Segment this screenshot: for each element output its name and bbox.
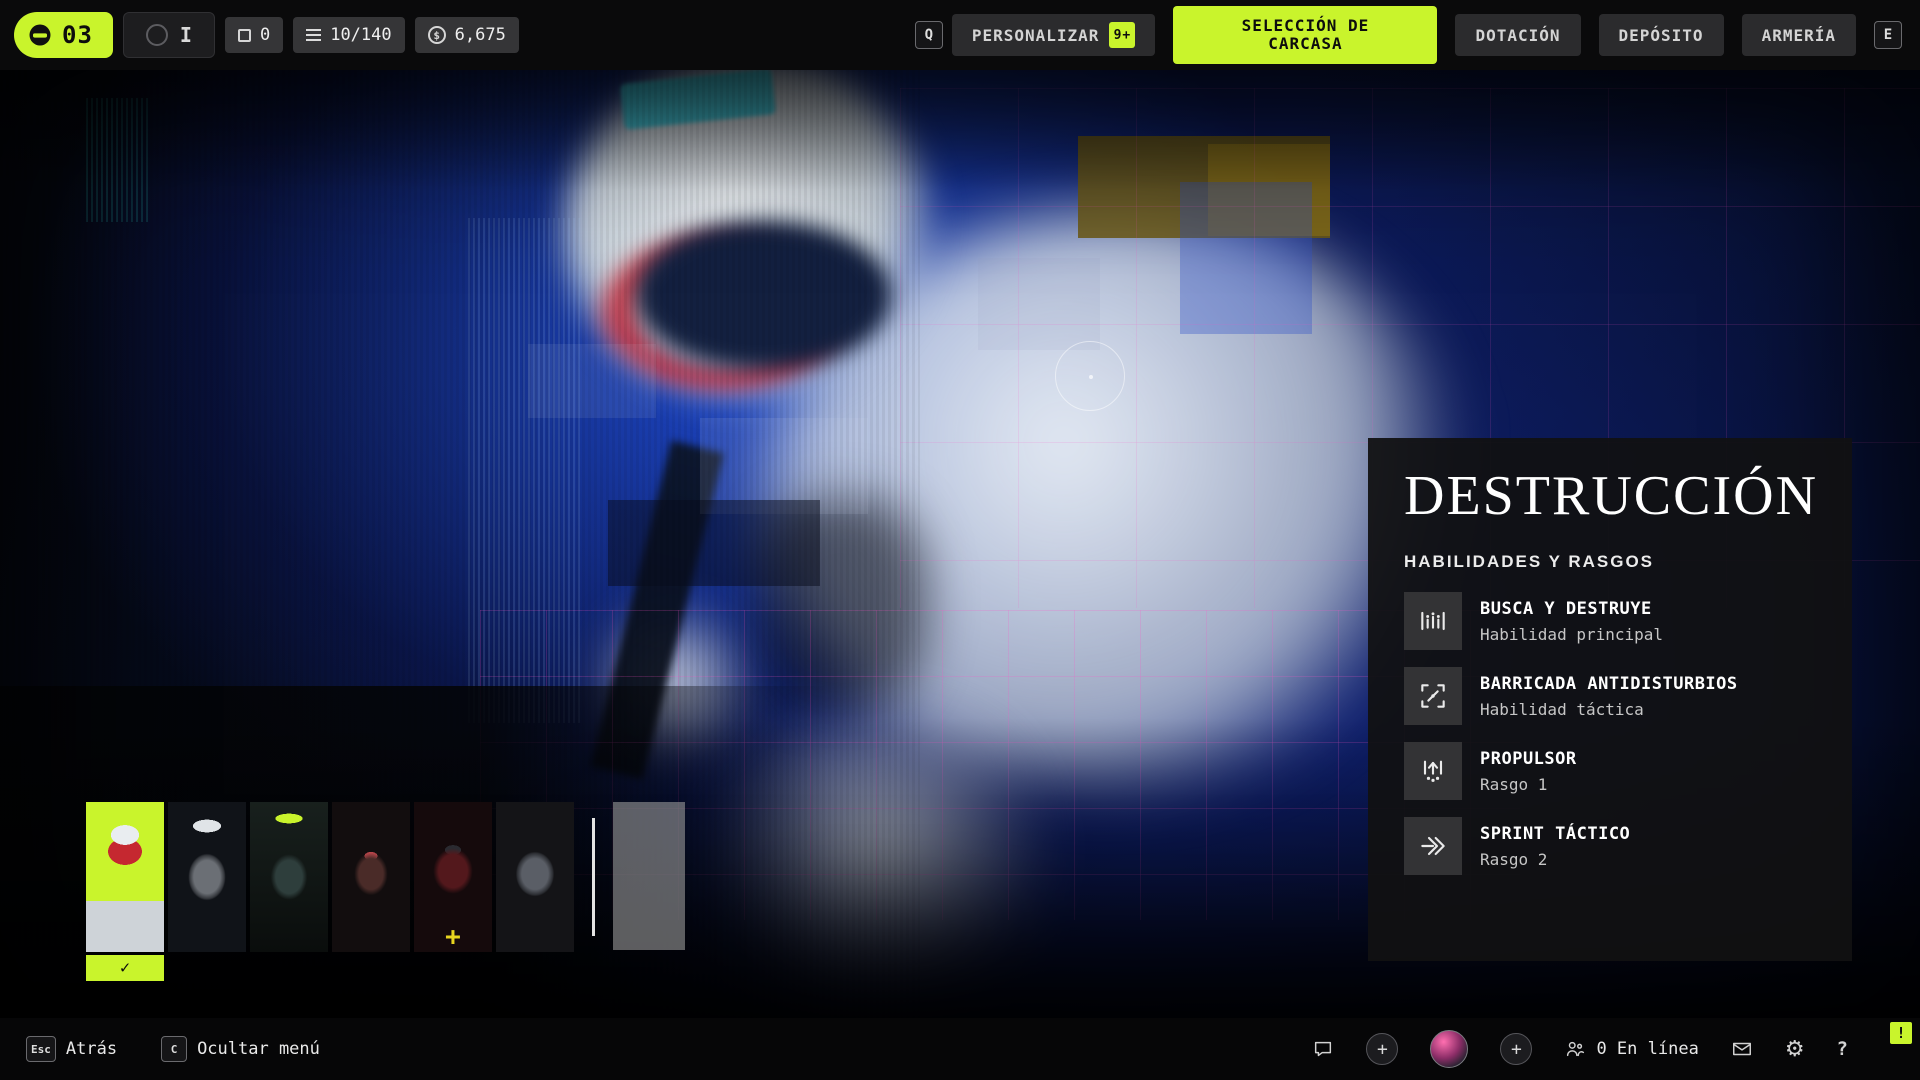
add-friend-left-button[interactable]: + [1366,1033,1398,1065]
slot-count: 0 [260,25,270,45]
ability-text: BUSCA Y DESTRUYE Habilidad principal [1480,599,1663,644]
tactical-sprint-icon [1404,817,1462,875]
esc-keycap: Esc [26,1036,56,1062]
class-info-panel: DESTRUCCIÓN HABILIDADES Y RASGOS BUSCA Y… [1368,438,1852,961]
main-nav: Q PERSONALIZAR 9+ SELECCIÓN DE CARCASA D… [915,6,1906,64]
abilities-section-header: HABILIDADES Y RASGOS [1404,552,1816,572]
plus-icon: + [1377,1039,1388,1060]
slot-icon [238,29,251,42]
player-rank-badge: I [123,12,215,58]
stat-chip-currency: $ 6,675 [415,17,519,53]
shell-thumbnail-selected[interactable] [86,802,164,952]
game-screen: 03 I 0 10/140 $ 6,675 Q P [0,0,1920,1080]
seek-and-destroy-icon [1404,592,1462,650]
ability-name: BARRICADA ANTIDISTURBIOS [1480,674,1738,694]
check-icon: ✓ [120,958,130,978]
shell-thumbnail[interactable] [250,802,328,952]
tab-shell-selection-label: SELECCIÓN DE CARCASA [1210,17,1400,54]
player-level: 03 [62,21,93,49]
selected-check-bar: ✓ [86,955,164,981]
notification-alert-badge[interactable]: ! [1890,1022,1912,1044]
rank-emblem-icon [146,24,168,46]
thruster-icon [1404,742,1462,800]
tier-progress: 10/140 [330,25,391,45]
tab-loadout-label: DOTACIÓN [1475,26,1560,45]
tab-shell-selection[interactable]: SELECCIÓN DE CARCASA [1173,6,1437,64]
help-button[interactable]: ? [1837,1038,1848,1060]
hide-menu-label: Ocultar menú [197,1039,320,1059]
c-keycap: C [161,1036,187,1062]
player-level-badge: 03 [14,12,113,58]
class-title: DESTRUCCIÓN [1404,464,1816,528]
ability-type: Habilidad principal [1480,625,1663,644]
key-hint-q: Q [915,21,943,49]
people-icon [1564,1038,1586,1060]
mail-button[interactable] [1731,1038,1753,1060]
back-label: Atrás [66,1039,117,1059]
ability-text: SPRINT TÁCTICO Rasgo 2 [1480,824,1630,869]
ability-row-trait-1: PROPULSOR Rasgo 1 [1404,742,1816,800]
thumbnail-divider [592,818,595,936]
helmet-icon [26,21,54,49]
plus-icon: + [1511,1039,1522,1060]
shell-thumbnail[interactable]: + [414,802,492,952]
ability-type: Rasgo 2 [1480,850,1630,869]
shell-slot-empty[interactable] [613,802,685,950]
gear-icon: ⚙ [1785,1037,1805,1062]
currency-amount: 6,675 [455,25,506,45]
tab-loadout[interactable]: DOTACIÓN [1455,14,1580,56]
back-action[interactable]: Esc Atrás [26,1036,117,1062]
chat-bubble-icon [1312,1038,1334,1060]
player-rank: I [180,23,192,47]
character-scene: DESTRUCCIÓN HABILIDADES Y RASGOS BUSCA Y… [0,70,1920,1018]
shell-thumbnail[interactable] [332,802,410,952]
ability-type: Habilidad táctica [1480,700,1738,719]
bottom-bar: Esc Atrás C Ocultar menú + + [0,1018,1920,1080]
tab-depot[interactable]: DEPÓSITO [1599,14,1724,56]
shell-thumbnail-selected-col: ✓ [86,802,164,981]
shell-thumbnail[interactable] [496,802,574,952]
player-stats-group: 03 I 0 10/140 $ 6,675 [14,12,519,58]
ability-name: SPRINT TÁCTICO [1480,824,1630,844]
ability-name: BUSCA Y DESTRUYE [1480,599,1663,619]
ability-type: Rasgo 1 [1480,775,1577,794]
personalize-count-badge: 9+ [1109,22,1135,48]
tier-icon [306,29,321,42]
currency-icon: $ [428,26,446,44]
alert-icon: ! [1896,1024,1905,1042]
ability-row-tactical: BARRICADA ANTIDISTURBIOS Habilidad tácti… [1404,667,1816,725]
stat-chip-slots: 0 [225,17,283,53]
ability-text: PROPULSOR Rasgo 1 [1480,749,1577,794]
ability-row-trait-2: SPRINT TÁCTICO Rasgo 2 [1404,817,1816,875]
personalize-group: Q PERSONALIZAR 9+ [915,14,1156,56]
chat-button[interactable] [1312,1038,1334,1060]
top-bar: 03 I 0 10/140 $ 6,675 Q P [0,0,1920,70]
settings-button[interactable]: ⚙ [1785,1037,1805,1062]
help-icon: ? [1837,1038,1848,1060]
riot-barricade-icon [1404,667,1462,725]
add-friend-right-button[interactable]: + [1500,1033,1532,1065]
shell-thumbnail-row: ✓ + [86,802,685,981]
hide-menu-action[interactable]: C Ocultar menú [161,1036,320,1062]
personalize-button[interactable]: PERSONALIZAR 9+ [952,14,1156,56]
ability-text: BARRICADA ANTIDISTURBIOS Habilidad tácti… [1480,674,1738,719]
tab-depot-label: DEPÓSITO [1619,26,1704,45]
personalize-label: PERSONALIZAR [972,26,1100,45]
stat-chip-tier: 10/140 [293,17,404,53]
ability-row-primary: BUSCA Y DESTRUYE Habilidad principal [1404,592,1816,650]
shell-thumbnail[interactable] [168,802,246,952]
footer-social-group: + + 0 En línea [1312,1030,1894,1068]
online-players[interactable]: 0 En línea [1564,1038,1698,1060]
footer-hints: Esc Atrás C Ocultar menú [26,1036,320,1062]
key-hint-e: E [1874,21,1902,49]
tab-armory[interactable]: ARMERÍA [1742,14,1856,56]
envelope-icon [1731,1038,1753,1060]
player-avatar[interactable] [1430,1030,1468,1068]
ability-name: PROPULSOR [1480,749,1577,769]
online-count: 0 En línea [1596,1039,1698,1059]
medic-plus-icon: + [414,924,492,950]
tab-armory-label: ARMERÍA [1762,26,1836,45]
